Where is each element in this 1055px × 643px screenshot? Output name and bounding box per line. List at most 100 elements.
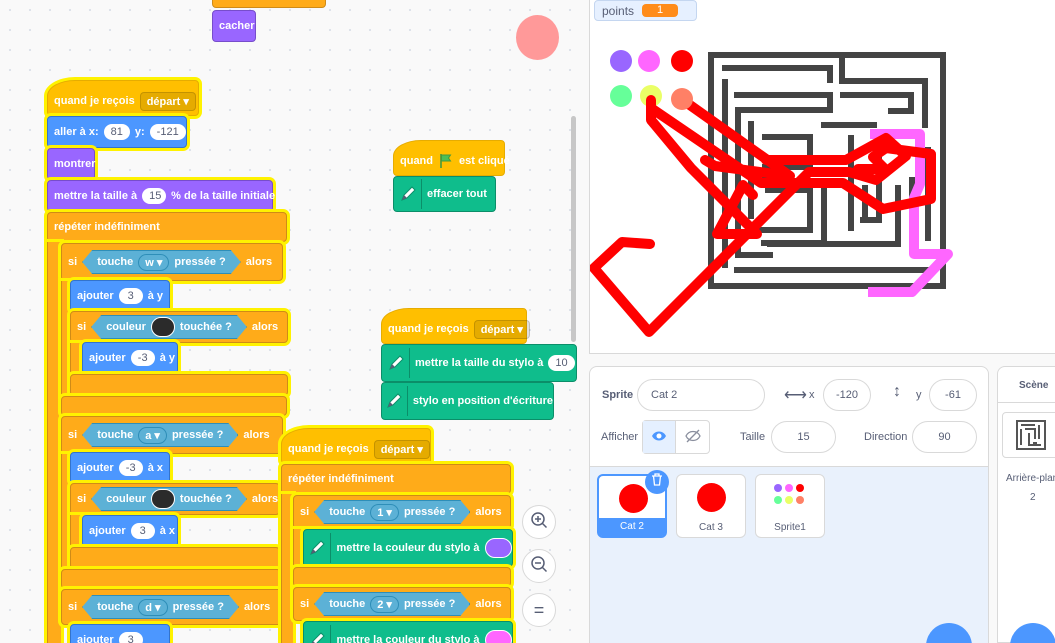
- zoom-reset-button[interactable]: =: [522, 593, 556, 627]
- set-pen-color-block-2[interactable]: mettre la couleur du stylo à: [303, 621, 513, 643]
- color-swatch-1[interactable]: [151, 317, 175, 337]
- key-dropdown-a[interactable]: a ▾: [138, 427, 167, 444]
- key-dropdown-2-label: 2: [377, 598, 384, 611]
- color-swatch-2[interactable]: [151, 489, 175, 509]
- forever-block[interactable]: répéter indéfiniment: [47, 212, 287, 242]
- key-label: touche: [329, 598, 366, 610]
- set-pen-size-block[interactable]: mettre la taille du stylo à 10: [381, 344, 577, 382]
- key-dropdown-2[interactable]: 2 ▾: [370, 596, 399, 613]
- message-dropdown-1[interactable]: départ ▾: [139, 91, 196, 111]
- stage[interactable]: points 1: [589, 0, 1055, 354]
- hide-button[interactable]: [676, 421, 709, 453]
- go-to-x-input[interactable]: 81: [103, 124, 130, 140]
- set-pen-size-input[interactable]: 10: [548, 355, 575, 371]
- add-sprite-button[interactable]: [926, 623, 972, 643]
- y-value: -61: [945, 389, 961, 401]
- visibility-toggle: [642, 420, 710, 454]
- change-x-input-2[interactable]: 3: [130, 523, 155, 539]
- if-block-2[interactable]: si touche 2 ▾ pressée ? alors: [293, 587, 511, 621]
- sprite-list: Cat 2 Cat 3 Sprite1: [590, 467, 988, 643]
- change-x-block-3[interactable]: ajouter 3: [70, 624, 170, 643]
- if-color-block-1[interactable]: si couleur touchée ? alors: [70, 311, 288, 343]
- change-label: ajouter: [77, 462, 114, 474]
- pen-down-block[interactable]: stylo en position d'écriture: [381, 382, 554, 420]
- if-block-d[interactable]: si touche d ▾ pressée ? alors: [61, 589, 283, 625]
- show-block[interactable]: montrer: [47, 148, 96, 180]
- set-size-block[interactable]: mettre la taille à 15 % de la taille ini…: [47, 180, 275, 212]
- delete-sprite-button[interactable]: [645, 470, 669, 494]
- key-dropdown-w-label: w: [145, 256, 154, 269]
- key-dropdown-d[interactable]: d ▾: [138, 599, 167, 616]
- sprite-tile-cat3[interactable]: Cat 3: [676, 474, 746, 538]
- stage-selector: Scène Arrière-plans 2: [997, 366, 1055, 643]
- show-label: Afficher: [601, 431, 639, 443]
- touching-color-2[interactable]: couleur touchée ?: [91, 487, 247, 511]
- message-dropdown-3[interactable]: départ ▾: [373, 439, 430, 459]
- key-label: touche: [329, 506, 366, 518]
- if-block-w[interactable]: si touche w ▾ pressée ? alors: [61, 243, 283, 281]
- change-x-input-3[interactable]: 3: [118, 632, 143, 643]
- forever-left-band: [47, 242, 61, 643]
- change-y-block-1[interactable]: ajouter 3 à y: [70, 280, 170, 312]
- clear-block[interactable]: effacer tout: [393, 176, 496, 212]
- add-backdrop-button[interactable]: [1010, 623, 1055, 643]
- green-flag-icon: [438, 153, 454, 169]
- pen-color-swatch-2[interactable]: [484, 630, 512, 643]
- then-label: alors: [475, 506, 502, 518]
- change-x-block-1[interactable]: ajouter -3 à x: [70, 452, 170, 484]
- sprite-tile-label: Cat 3: [699, 522, 723, 533]
- touching-label: touchée ?: [179, 493, 232, 505]
- sprite-name-field[interactable]: Cat 2: [637, 379, 765, 411]
- when-i-receive-hat-1[interactable]: quand je reçois départ ▾: [47, 80, 199, 116]
- touching-color-1[interactable]: couleur touchée ?: [91, 315, 247, 339]
- key-pressed-w[interactable]: touche w ▾ pressée ?: [82, 250, 241, 274]
- if-block-1[interactable]: si touche 1 ▾ pressée ? alors: [293, 495, 511, 529]
- sprite-tile-cat2[interactable]: Cat 2: [597, 470, 669, 538]
- change-y-input-2[interactable]: -3: [130, 350, 155, 366]
- change-y-block-2[interactable]: ajouter -3 à y: [82, 342, 178, 374]
- change-x-input-1[interactable]: -3: [118, 460, 143, 476]
- sprite-tile-sprite1[interactable]: Sprite1: [755, 474, 825, 538]
- change-label: ajouter: [89, 352, 126, 364]
- key-pressed-1[interactable]: touche 1 ▾ pressée ?: [314, 500, 470, 524]
- sprite-tile-label: Cat 2: [599, 518, 665, 536]
- zoom-out-button[interactable]: [522, 549, 556, 583]
- when-i-receive-hat-2[interactable]: quand je reçois départ ▾: [381, 308, 530, 344]
- go-to-xy-block[interactable]: aller à x: 81 y: -121: [47, 116, 187, 148]
- key-label: touche: [97, 601, 134, 613]
- code-scrollbar[interactable]: [571, 116, 576, 342]
- go-to-y-input[interactable]: -121: [149, 124, 186, 140]
- key-pressed-a[interactable]: touche a ▾ pressée ?: [82, 423, 238, 447]
- trash-icon: [651, 473, 663, 491]
- code-area[interactable]: cacher quand je reçois départ ▾ aller à …: [0, 0, 581, 643]
- key-pressed-2[interactable]: touche 2 ▾ pressée ?: [314, 592, 470, 616]
- when-i-receive-hat-3[interactable]: quand je reçois départ ▾: [281, 428, 431, 464]
- y-field[interactable]: -61: [929, 379, 977, 411]
- if-color-block-2[interactable]: si couleur touchée ? alors: [70, 483, 280, 515]
- set-pen-color-block-1[interactable]: mettre la couleur du stylo à: [303, 529, 513, 567]
- sprite-info: Sprite Cat 2 ⟷ x -120 ↕ y -61 Afficher T…: [590, 367, 988, 467]
- backdrop-thumbnail[interactable]: [1002, 412, 1055, 458]
- change-x-suffix: à x: [159, 525, 175, 537]
- set-size-input[interactable]: 15: [142, 188, 167, 204]
- key-dropdown-1[interactable]: 1 ▾: [370, 504, 399, 521]
- direction-field[interactable]: 90: [912, 421, 977, 453]
- key-label: touche: [97, 256, 134, 268]
- hide-block[interactable]: cacher: [212, 10, 256, 42]
- forever-block-2[interactable]: répéter indéfiniment: [281, 464, 511, 494]
- key-pressed-d[interactable]: touche d ▾ pressée ?: [82, 595, 239, 619]
- change-x-block-2[interactable]: ajouter 3 à x: [82, 515, 178, 547]
- when-flag-clicked-hat[interactable]: quand est cliqué: [393, 140, 510, 176]
- drag-preview-circle: [516, 15, 559, 60]
- pen-color-swatch-1[interactable]: [484, 538, 512, 558]
- color-label: couleur: [106, 321, 146, 333]
- key-dropdown-w[interactable]: w ▾: [138, 254, 169, 271]
- show-button[interactable]: [643, 421, 677, 453]
- control-block-top[interactable]: [212, 0, 326, 8]
- size-field[interactable]: 15: [771, 421, 836, 453]
- change-y-input-1[interactable]: 3: [118, 288, 143, 304]
- message-dropdown-2[interactable]: départ ▾: [473, 319, 530, 339]
- zoom-in-button[interactable]: [522, 505, 556, 539]
- if-block-a[interactable]: si touche a ▾ pressée ? alors: [61, 416, 283, 454]
- x-field[interactable]: -120: [823, 379, 871, 411]
